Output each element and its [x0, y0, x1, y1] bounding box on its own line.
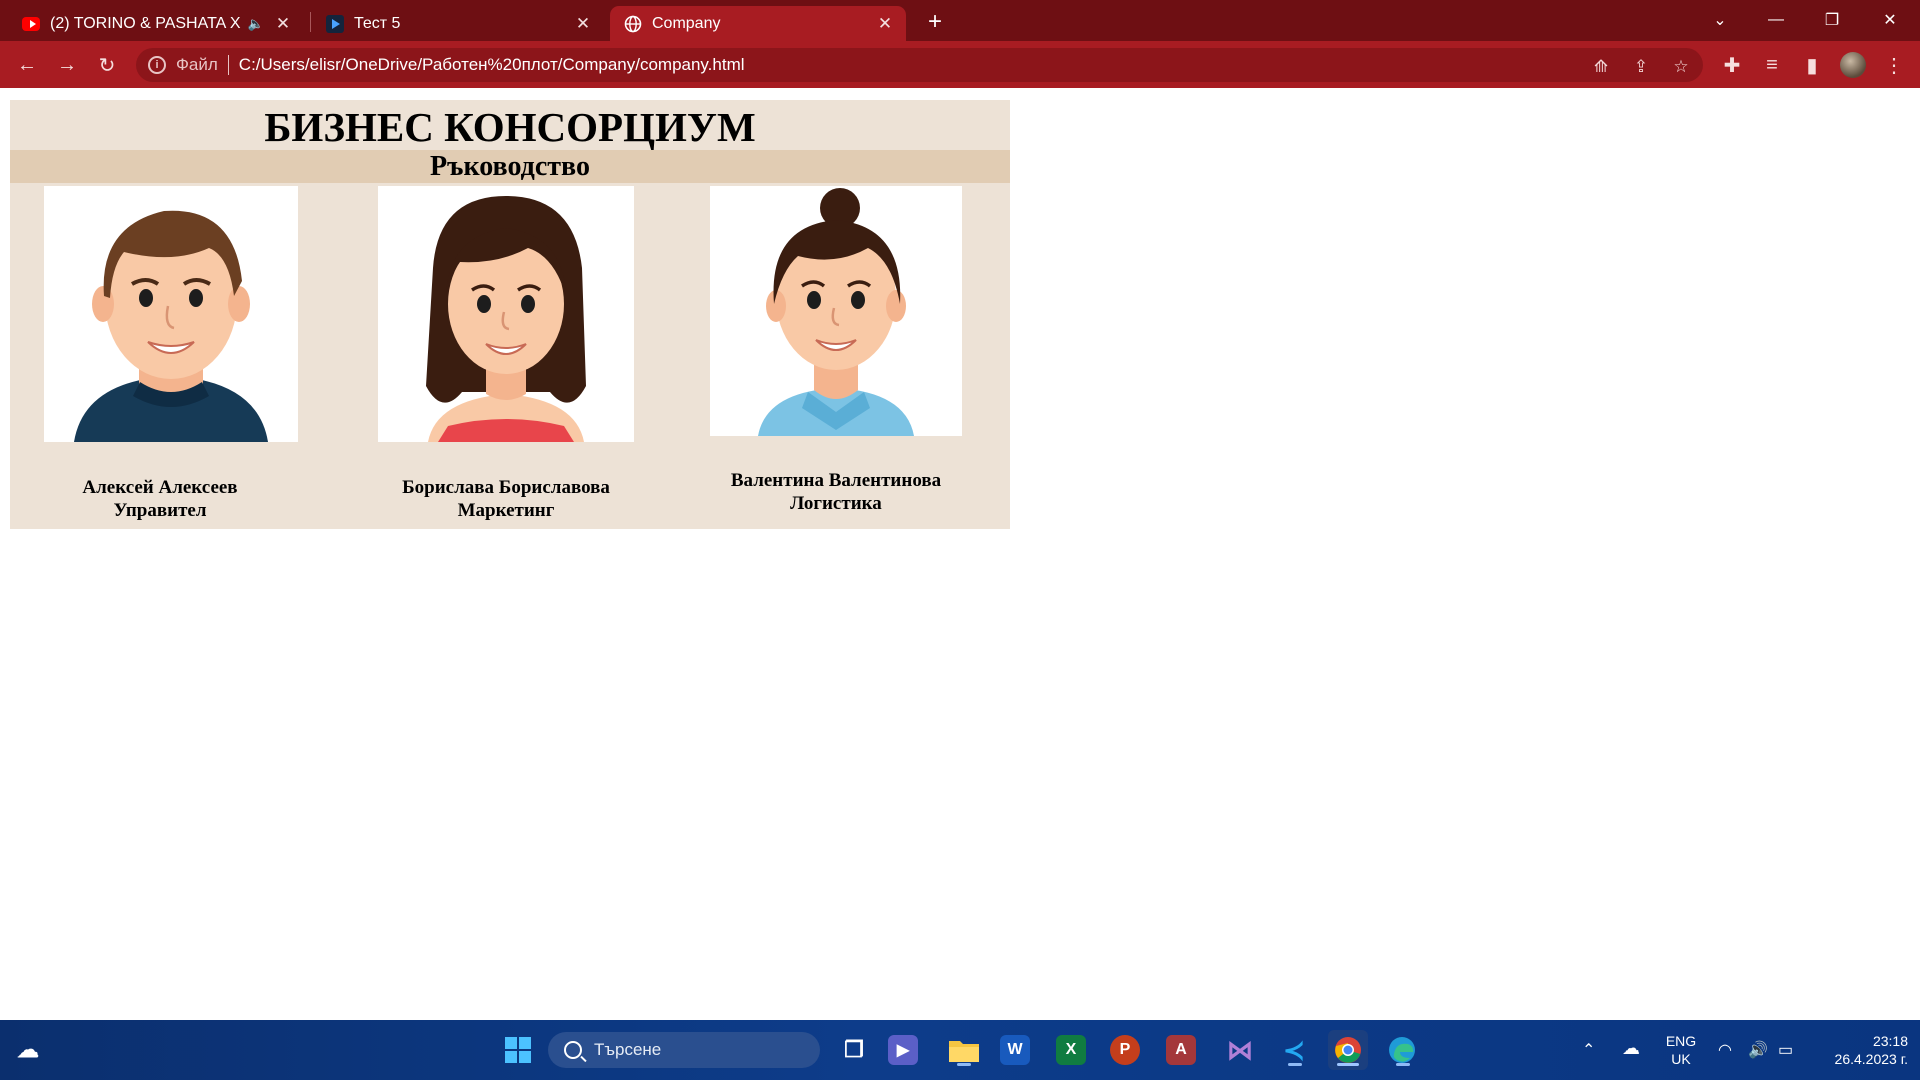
test-favicon-icon	[326, 14, 344, 33]
side-panel-icon[interactable]: ▮	[1796, 49, 1828, 81]
show-hidden-icons-chevron[interactable]: ⌃	[1582, 1040, 1595, 1060]
clock-date: 26.4.2023 г.	[1834, 1051, 1908, 1067]
translate-icon[interactable]: ⟰	[1590, 56, 1612, 78]
weather-widget-icon[interactable]: ☁	[8, 1030, 48, 1070]
address-separator	[227, 55, 229, 75]
scheme-label: Файл	[176, 55, 218, 74]
close-tab-icon[interactable]: ✕	[572, 13, 594, 35]
section-header-bar: Ръководство	[10, 150, 1010, 183]
visual-studio-icon[interactable]: ⋈	[1220, 1030, 1260, 1070]
minimize-button[interactable]: —	[1748, 0, 1804, 40]
person-photo	[710, 186, 962, 436]
media-controls-icon[interactable]: ≡	[1756, 49, 1788, 81]
person-role: Управител	[113, 500, 207, 521]
search-placeholder: Търсене	[594, 1040, 662, 1059]
onedrive-icon[interactable]: ☁	[1622, 1038, 1640, 1059]
restore-button[interactable]: ❐	[1804, 0, 1860, 40]
reload-button[interactable]: ↻	[91, 49, 123, 81]
clock[interactable]: 23:18 26.4.2023 г.	[1808, 1032, 1908, 1068]
share-icon[interactable]: ⇪	[1630, 56, 1652, 78]
menu-kebab-icon[interactable]: ⋮	[1878, 49, 1910, 81]
task-view-icon[interactable]: ❐	[834, 1030, 874, 1070]
forward-button[interactable]: →	[51, 49, 83, 81]
new-tab-button[interactable]: +	[920, 8, 950, 36]
section-title: Ръководство	[430, 151, 590, 182]
browser-toolbar: ← → ↻ i Файл C:/Users/elisr/OneDrive/Раб…	[0, 41, 1920, 88]
person-name: Алексей Алексеев	[82, 477, 238, 498]
tab-title: Тест 5	[354, 14, 401, 32]
edge-icon[interactable]	[1382, 1030, 1422, 1070]
volume-icon[interactable]: 🔊	[1748, 1040, 1768, 1060]
file-explorer-icon[interactable]	[944, 1030, 984, 1070]
language-primary: ENG	[1665, 1033, 1697, 1049]
info-icon[interactable]: i	[148, 56, 166, 74]
extensions-icon[interactable]: ✚	[1716, 49, 1748, 81]
back-button[interactable]: ←	[11, 49, 43, 81]
company-panel: БИЗНЕС КОНСОРЦИУМ Ръководство Алексей Ал…	[10, 100, 1010, 529]
access-icon[interactable]: A	[1166, 1035, 1196, 1065]
clock-time: 23:18	[1872, 1033, 1908, 1049]
taskbar: ☁ Търсене ❐ ▶ W X P A ⋈ ≺ ⌃ ☁ ENG UK ◠ 🔊…	[0, 1020, 1920, 1080]
person-name: Валентина Валентинова	[730, 470, 942, 491]
tab-search-chevron-icon[interactable]: ⌄	[1692, 0, 1748, 40]
start-button[interactable]	[498, 1030, 538, 1070]
battery-icon[interactable]: ▭	[1778, 1040, 1793, 1060]
person-photo	[378, 186, 634, 442]
teams-chat-icon[interactable]: ▶	[888, 1035, 918, 1065]
close-tab-icon[interactable]: ✕	[272, 13, 294, 35]
language-secondary: UK	[1671, 1051, 1691, 1067]
address-bar[interactable]: i Файл C:/Users/elisr/OneDrive/Работен%2…	[136, 48, 1703, 82]
search-icon	[564, 1041, 582, 1059]
taskbar-search-box[interactable]: Търсене	[548, 1032, 820, 1068]
language-indicator[interactable]: ENG UK	[1658, 1032, 1704, 1068]
chrome-icon[interactable]	[1328, 1030, 1368, 1070]
bookmark-star-icon[interactable]: ☆	[1670, 56, 1692, 78]
page-viewport: БИЗНЕС КОНСОРЦИУМ Ръководство Алексей Ал…	[0, 88, 1920, 1020]
tab-youtube[interactable]: (2) TORINO & PASHATA X KY 🔈 ✕	[8, 6, 304, 41]
profile-avatar[interactable]	[1840, 52, 1866, 78]
globe-icon	[624, 15, 642, 33]
person-photo	[44, 186, 298, 442]
tab-separator	[310, 12, 311, 32]
page-title: БИЗНЕС КОНСОРЦИУМ	[264, 104, 756, 150]
tab-strip: (2) TORINO & PASHATA X KY 🔈 ✕ Тест 5 ✕ C…	[0, 0, 1920, 41]
vscode-icon[interactable]: ≺	[1274, 1030, 1314, 1070]
youtube-icon	[22, 15, 40, 33]
close-tab-icon[interactable]: ✕	[874, 13, 896, 35]
person-role: Логистика	[790, 493, 882, 514]
word-icon[interactable]: W	[1000, 1035, 1030, 1065]
address-url[interactable]: C:/Users/elisr/OneDrive/Работен%20плот/C…	[239, 55, 745, 75]
tab-company[interactable]: Company ✕	[610, 6, 906, 41]
speaker-icon[interactable]: 🔈	[248, 16, 264, 32]
wifi-icon[interactable]: ◠	[1718, 1040, 1732, 1060]
tab-title: Company	[652, 14, 721, 32]
tab-title: (2) TORINO & PASHATA X KY	[50, 14, 242, 32]
excel-icon[interactable]: X	[1056, 1035, 1086, 1065]
powerpoint-icon[interactable]: P	[1110, 1035, 1140, 1065]
person-name: Борислава Бориславова	[402, 477, 610, 498]
tab-test[interactable]: Тест 5 ✕	[312, 6, 604, 41]
close-window-button[interactable]: ✕	[1862, 0, 1918, 40]
person-role: Маркетинг	[457, 500, 555, 521]
